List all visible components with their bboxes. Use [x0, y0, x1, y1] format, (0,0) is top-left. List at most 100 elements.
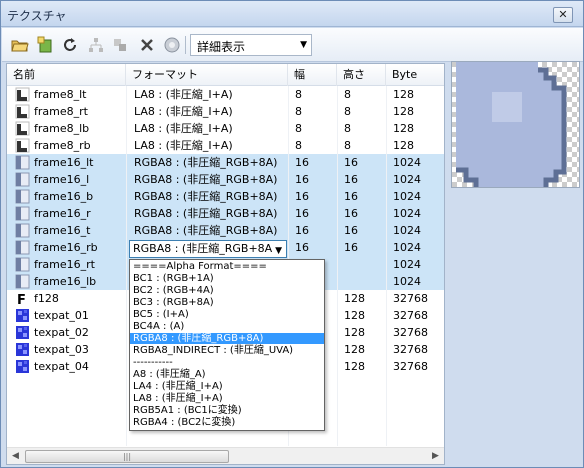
height-cell: 16	[344, 224, 358, 237]
texture-list: 名前 フォーマット 幅 高さ Byte frame8_lt LA8 : (非圧縮_…	[6, 63, 445, 465]
scroll-left-icon[interactable]: ◀	[7, 448, 24, 464]
texture-name: frame16_b	[34, 190, 94, 203]
format-option[interactable]: RGBA4 : (BC2に変換)	[130, 417, 324, 428]
format-cell: LA8 : (非圧縮_I+A)	[134, 88, 233, 101]
byte-cell: 128	[393, 88, 414, 101]
texture-name: frame16_t	[34, 224, 91, 237]
height-cell: 128	[344, 292, 365, 305]
format-option[interactable]: BC1 : (RGB+1A)	[130, 273, 324, 284]
format-combobox-value: RGBA8 : (非圧縮_RGB+8A	[133, 242, 273, 255]
open-folder-icon[interactable]	[10, 35, 30, 55]
height-cell: 16	[344, 190, 358, 203]
format-combobox[interactable]: RGBA8 : (非圧縮_RGB+8A ▼	[129, 240, 287, 258]
format-option[interactable]: LA4 : (非圧縮_I+A)	[130, 381, 324, 392]
name-cell: texpat_04	[15, 358, 127, 375]
height-cell: 8	[344, 139, 351, 152]
texture-icon	[15, 308, 30, 323]
table-row[interactable]: frame16_r RGBA8 : (非圧縮_RGB+8A) 16 16 1024	[7, 205, 444, 222]
format-option[interactable]: RGBA8_INDIRECT : (非圧縮_UVA)	[130, 345, 324, 356]
width-cell: 16	[295, 190, 309, 203]
texture-icon	[15, 121, 30, 136]
column-header-format[interactable]: フォーマット	[126, 64, 288, 86]
width-cell: 16	[295, 173, 309, 186]
table-row[interactable]: frame16_b RGBA8 : (非圧縮_RGB+8A) 16 16 1024	[7, 188, 444, 205]
format-option[interactable]: BC3 : (RGB+8A)	[130, 297, 324, 308]
name-cell: frame16_t	[15, 222, 127, 239]
name-cell: frame16_l	[15, 171, 127, 188]
add-texture-icon[interactable]	[35, 35, 55, 55]
texture-icon	[15, 155, 30, 170]
toolbar: 詳細表示 ▼	[2, 28, 583, 62]
texture-name: f128	[34, 292, 59, 305]
width-cell: 16	[295, 224, 309, 237]
texture-icon	[15, 206, 30, 221]
format-option[interactable]: RGBA8 : (非圧縮_RGB+8A)	[130, 333, 324, 344]
texture-name: frame16_l	[34, 173, 90, 186]
byte-cell: 128	[393, 105, 414, 118]
column-header-name[interactable]: 名前	[7, 64, 126, 86]
texture-name: frame16_rb	[34, 241, 98, 254]
height-cell: 128	[344, 309, 365, 322]
title-bar[interactable]: テクスチャ ✕	[1, 1, 583, 27]
column-header-byte[interactable]: Byte	[386, 64, 444, 86]
name-cell: frame8_rt	[15, 103, 127, 120]
list-header: 名前 フォーマット 幅 高さ Byte	[7, 64, 444, 86]
format-option[interactable]: BC5 : (I+A)	[130, 309, 324, 320]
hierarchy-icon[interactable]	[86, 35, 106, 55]
width-cell: 16	[295, 156, 309, 169]
format-cell: RGBA8 : (非圧縮_RGB+8A)	[134, 156, 278, 169]
texture-icon	[15, 342, 30, 357]
table-row[interactable]: frame16_t RGBA8 : (非圧縮_RGB+8A) 16 16 1024	[7, 222, 444, 239]
texture-name: frame16_rt	[34, 258, 95, 271]
texture-icon	[15, 257, 30, 272]
column-header-width[interactable]: 幅	[288, 64, 337, 86]
format-cell: LA8 : (非圧縮_I+A)	[134, 105, 233, 118]
name-cell: frame16_r	[15, 205, 127, 222]
format-option[interactable]: -----------	[130, 357, 324, 368]
height-cell: 8	[344, 122, 351, 135]
byte-cell: 128	[393, 122, 414, 135]
scrollbar-thumb[interactable]: |||	[25, 450, 229, 463]
table-row[interactable]: frame8_lb LA8 : (非圧縮_I+A) 8 8 128	[7, 120, 444, 137]
scroll-right-icon[interactable]: ▶	[427, 448, 444, 464]
texture-name: frame8_rb	[34, 139, 91, 152]
name-cell: frame8_lt	[15, 86, 127, 103]
byte-cell: 32768	[393, 326, 428, 339]
horizontal-scrollbar[interactable]: ◀ ||| ▶	[7, 447, 444, 464]
height-cell: 128	[344, 343, 365, 356]
link-icon[interactable]	[110, 35, 130, 55]
height-cell: 8	[344, 88, 351, 101]
close-button[interactable]: ✕	[553, 7, 573, 23]
format-option[interactable]: LA8 : (非圧縮_I+A)	[130, 393, 324, 404]
height-cell: 16	[344, 173, 358, 186]
format-option[interactable]: RGB5A1 : (BC1に変換)	[130, 405, 324, 416]
byte-cell: 1024	[393, 173, 421, 186]
byte-cell: 1024	[393, 156, 421, 169]
view-mode-select[interactable]: 詳細表示 ▼	[190, 34, 312, 56]
table-row[interactable]: frame8_rt LA8 : (非圧縮_I+A) 8 8 128	[7, 103, 444, 120]
window-title: テクスチャ	[7, 9, 67, 23]
format-option[interactable]: ====Alpha Format====	[130, 261, 324, 272]
name-cell: frame16_rb	[15, 239, 127, 256]
column-header-height[interactable]: 高さ	[337, 64, 386, 86]
height-cell: 8	[344, 105, 351, 118]
format-cell: RGBA8 : (非圧縮_RGB+8A)	[134, 224, 278, 237]
texture-icon	[15, 87, 30, 102]
settings-icon[interactable]	[162, 35, 182, 55]
format-option[interactable]: BC4A : (A)	[130, 321, 324, 332]
table-row[interactable]: frame16_lt RGBA8 : (非圧縮_RGB+8A) 16 16 1024	[7, 154, 444, 171]
view-mode-label: 詳細表示	[197, 40, 246, 54]
byte-cell: 1024	[393, 275, 421, 288]
width-cell: 16	[295, 207, 309, 220]
texture-name: frame16_r	[34, 207, 91, 220]
delete-icon[interactable]	[137, 35, 157, 55]
refresh-icon[interactable]	[60, 35, 80, 55]
table-row[interactable]: frame8_rb LA8 : (非圧縮_I+A) 8 8 128	[7, 137, 444, 154]
format-option[interactable]: A8 : (非圧縮_A)	[130, 369, 324, 380]
chevron-down-icon: ▼	[275, 246, 282, 256]
table-row[interactable]: frame8_lt LA8 : (非圧縮_I+A) 8 8 128	[7, 86, 444, 103]
height-cell: 128	[344, 360, 365, 373]
column-divider	[386, 86, 387, 446]
format-option[interactable]: BC2 : (RGB+4A)	[130, 285, 324, 296]
table-row[interactable]: frame16_l RGBA8 : (非圧縮_RGB+8A) 16 16 1024	[7, 171, 444, 188]
